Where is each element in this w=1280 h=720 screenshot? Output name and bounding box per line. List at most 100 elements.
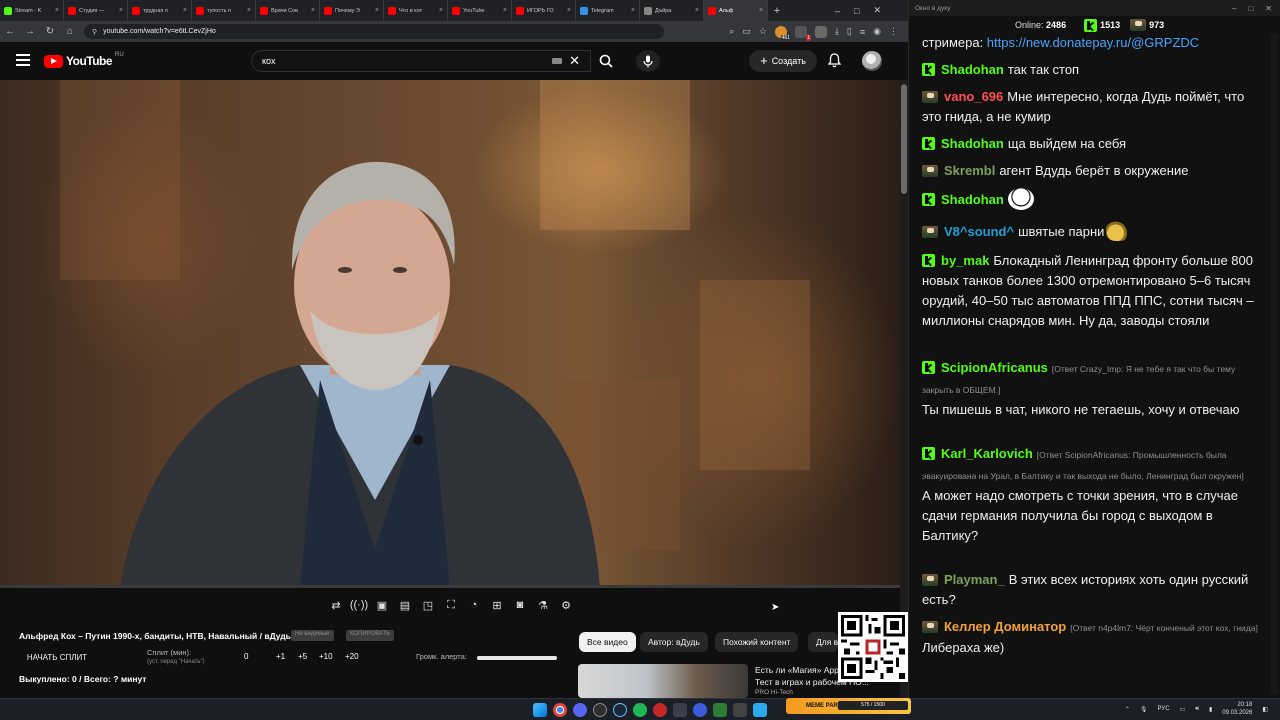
loop-icon[interactable]: ⇄: [327, 597, 346, 613]
gamepad-icon[interactable]: [673, 703, 687, 717]
notifications-bell-icon[interactable]: [828, 53, 841, 68]
sidebar-toggle-icon[interactable]: ▯: [847, 26, 852, 37]
hamburger-menu-icon[interactable]: [16, 54, 30, 66]
start-split-button[interactable]: НАЧАТЬ СПЛИТ: [19, 650, 95, 665]
create-button[interactable]: + Создать: [749, 50, 817, 72]
page-scrollbar-thumb[interactable]: [901, 84, 907, 194]
extension-cookie-icon[interactable]: 461: [774, 25, 791, 41]
browser-menu-icon[interactable]: ⋮: [889, 26, 898, 37]
chat-close-icon[interactable]: ✕: [1265, 4, 1272, 13]
chat-username[interactable]: Karl_Karlovich: [941, 446, 1033, 461]
browser-tab[interactable]: Студия — ×: [64, 0, 128, 21]
obs-icon[interactable]: [593, 703, 607, 717]
clock[interactable]: 20:18 09.03.2026: [1222, 701, 1252, 717]
zoom-icon[interactable]: ⌕: [729, 26, 734, 37]
media-player-icon[interactable]: [693, 703, 707, 717]
chat-username[interactable]: Playman_: [944, 572, 1005, 587]
tab-close-icon[interactable]: ×: [567, 7, 571, 14]
browser-tab[interactable]: ИГОРЬ ГО ×: [512, 0, 576, 21]
video-progress-bar[interactable]: [0, 585, 900, 588]
recommended-channel[interactable]: PRO Hi-Tech: [755, 689, 793, 696]
browser-tab[interactable]: Почему Э ×: [320, 0, 384, 21]
windows-start-icon[interactable]: [533, 703, 547, 717]
split-add-10-button[interactable]: +10: [319, 652, 333, 661]
url-field[interactable]: ⚲ youtube.com/watch?v=e6tLCevZjHo: [84, 24, 664, 39]
fullscreen-icon[interactable]: ⛶: [442, 597, 461, 613]
chat-username[interactable]: Келлер Доминатор: [944, 619, 1066, 634]
subtitles-folder-icon[interactable]: ▤: [396, 597, 415, 613]
network-icon[interactable]: ▭: [1180, 706, 1186, 713]
extension-puzzle-icon[interactable]: [814, 25, 827, 38]
reload-icon[interactable]: ↻: [44, 26, 56, 37]
telegram-icon[interactable]: [753, 703, 767, 717]
avatar[interactable]: [862, 51, 882, 71]
split-add-5-button[interactable]: +5: [298, 652, 307, 661]
chat-minimize-icon[interactable]: –: [1232, 4, 1236, 13]
settings-app-icon[interactable]: [733, 703, 747, 717]
site-info-icon[interactable]: ⚲: [92, 28, 97, 36]
chat-username[interactable]: Shadohan: [941, 192, 1004, 207]
copy-button[interactable]: КОПИРОВАТЬ: [346, 630, 395, 641]
chat-username[interactable]: Shadohan: [941, 136, 1004, 151]
tab-close-icon[interactable]: ×: [759, 7, 763, 14]
recommended-title[interactable]: Есть ли «Магия» Арр: [755, 665, 839, 675]
chat-username[interactable]: ScipionAfricanus: [941, 360, 1048, 375]
maximize-icon[interactable]: □: [854, 6, 859, 16]
chip-similar[interactable]: Похожий контент: [715, 632, 799, 652]
video-player[interactable]: [0, 80, 900, 588]
keyboard-icon[interactable]: [552, 58, 562, 64]
browser-tab[interactable]: YouTube ×: [448, 0, 512, 21]
browser-tab[interactable]: Telegram ×: [576, 0, 640, 21]
spotify-icon[interactable]: [633, 703, 647, 717]
discord-icon[interactable]: [573, 703, 587, 717]
close-window-icon[interactable]: ✕: [873, 5, 881, 16]
browser-tab[interactable]: Врачи Сов ×: [256, 0, 320, 21]
notifications-icon[interactable]: ◧: [1262, 706, 1268, 713]
voice-search-button[interactable]: [636, 50, 660, 72]
steam-icon[interactable]: [613, 703, 627, 717]
browser-tab[interactable]: трудная п ×: [128, 0, 192, 21]
tab-close-icon[interactable]: ×: [631, 7, 635, 14]
browser-tab[interactable]: Что в кот ×: [384, 0, 448, 21]
download-icon[interactable]: ⤓: [835, 26, 839, 37]
tab-close-icon[interactable]: ×: [183, 7, 187, 14]
split-add-1-button[interactable]: +1: [276, 652, 285, 661]
recommended-thumbnail[interactable]: [578, 664, 748, 698]
tab-close-icon[interactable]: ×: [439, 7, 443, 14]
donate-link[interactable]: https://new.donatepay.ru/@GRPZDC: [987, 35, 1199, 50]
screenshot-camera-icon[interactable]: ◙: [511, 597, 530, 613]
home-icon[interactable]: ⌂: [64, 26, 76, 37]
search-input[interactable]: кох ✕: [251, 50, 591, 72]
minimize-icon[interactable]: –: [835, 6, 840, 16]
tab-close-icon[interactable]: ×: [55, 7, 59, 14]
add-marker-icon[interactable]: ⊞: [488, 597, 507, 613]
app-icon[interactable]: [713, 703, 727, 717]
broadcast-icon[interactable]: ((·)): [350, 597, 369, 613]
tab-search-icon[interactable]: ≡: [860, 27, 865, 37]
youtube-logo[interactable]: YouTube RU: [44, 52, 124, 68]
browser-tab[interactable]: тупость п ×: [192, 0, 256, 21]
back-icon[interactable]: ←: [4, 26, 16, 37]
forward-icon[interactable]: →: [24, 26, 36, 37]
experiment-flask-icon[interactable]: ⚗: [534, 597, 553, 613]
language-indicator[interactable]: РУС: [1158, 706, 1170, 712]
browser-tab[interactable]: Stream - K ×: [0, 0, 64, 21]
cast-icon[interactable]: ▭: [742, 26, 751, 37]
chat-scrollbar[interactable]: [1271, 34, 1278, 694]
profile-icon[interactable]: ◉: [873, 26, 881, 37]
hidden-toggle-button[interactable]: Не видимые: [291, 630, 334, 641]
chip-all-videos[interactable]: Все видео: [579, 632, 636, 652]
tab-close-icon[interactable]: ×: [247, 7, 251, 14]
extension-block-icon[interactable]: 1: [794, 25, 811, 41]
chip-author[interactable]: Автор: вДудь: [640, 632, 708, 652]
split-add-20-button[interactable]: +20: [345, 652, 359, 661]
chat-maximize-icon[interactable]: □: [1248, 4, 1253, 13]
clear-search-icon[interactable]: ✕: [569, 53, 580, 69]
microphone-tray-icon[interactable]: 🎙︎: [1140, 706, 1148, 713]
bookmark-star-icon[interactable]: ☆: [759, 26, 767, 37]
red-app-icon[interactable]: [653, 703, 667, 717]
browser-tab[interactable]: Дъйра ×: [640, 0, 704, 21]
tab-close-icon[interactable]: ×: [375, 7, 379, 14]
tab-close-icon[interactable]: ×: [119, 7, 123, 14]
alert-volume-slider[interactable]: [477, 656, 557, 660]
